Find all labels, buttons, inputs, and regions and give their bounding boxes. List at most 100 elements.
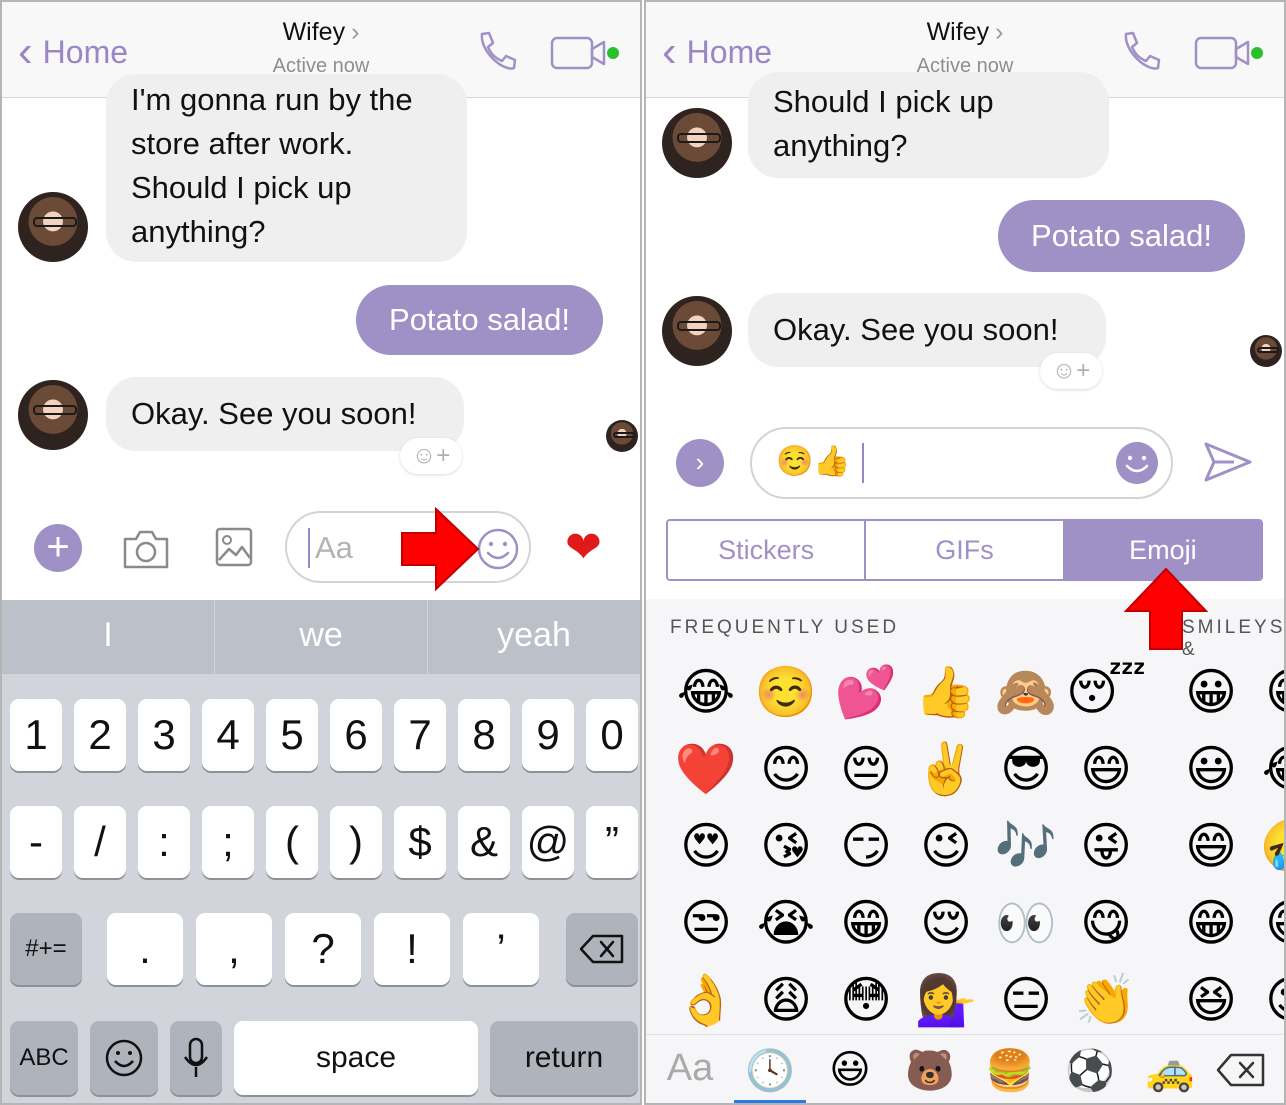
key[interactable]: $ (394, 806, 446, 878)
emoji-item[interactable]: 👌 (666, 962, 746, 1039)
key[interactable]: & (458, 806, 510, 878)
key[interactable]: ’ (463, 913, 539, 985)
key[interactable]: 2 (74, 699, 126, 771)
emoji-item[interactable]: 😂 (1251, 731, 1284, 808)
incoming-message-bubble[interactable]: Should I pick up anything? (748, 72, 1109, 178)
delete-key[interactable] (566, 913, 638, 985)
key[interactable]: 9 (522, 699, 574, 771)
emoji-item[interactable]: 😁 (826, 885, 906, 962)
space-key[interactable]: space (234, 1021, 478, 1095)
emoji-item[interactable]: 😭 (746, 885, 826, 962)
key[interactable]: @ (522, 806, 574, 878)
emoji-item[interactable]: 😑 (986, 962, 1066, 1039)
send-icon[interactable] (1204, 440, 1252, 484)
key[interactable]: . (107, 913, 183, 985)
emoji-item[interactable]: 😉 (1251, 962, 1284, 1039)
category-activity-icon[interactable]: ⚽ (1060, 1047, 1120, 1094)
emoji-button-icon[interactable] (1116, 442, 1158, 484)
prediction-item[interactable]: I (2, 600, 215, 674)
emoji-keyboard-key[interactable] (90, 1021, 158, 1095)
contact-title[interactable]: Wifey › Active now (646, 18, 1284, 78)
abc-key[interactable]: ABC (10, 1021, 78, 1095)
add-reaction-icon[interactable]: ☺+ (400, 438, 462, 474)
plus-button[interactable]: + (34, 524, 82, 572)
emoji-item[interactable]: 😂 (666, 654, 746, 731)
emoji-item[interactable]: 😋 (1066, 885, 1146, 962)
emoji-item[interactable]: 😆 (1171, 962, 1251, 1039)
emoji-item[interactable]: 🙈 (986, 654, 1066, 731)
contact-avatar[interactable] (18, 192, 88, 262)
key[interactable]: 0 (586, 699, 638, 771)
emoji-item[interactable]: 💁‍♀️ (906, 962, 986, 1039)
category-travel-icon[interactable]: 🚕 (1140, 1047, 1200, 1094)
contact-avatar[interactable] (662, 108, 732, 178)
emoji-item[interactable]: ❤️ (666, 731, 746, 808)
key[interactable]: 1 (10, 699, 62, 771)
category-abc[interactable]: Aa (660, 1047, 720, 1090)
key[interactable]: , (196, 913, 272, 985)
return-key[interactable]: return (490, 1021, 638, 1095)
key[interactable]: ? (285, 913, 361, 985)
prediction-item[interactable]: yeah (428, 600, 640, 674)
emoji-item[interactable]: ☺️ (746, 654, 826, 731)
emoji-button-icon[interactable] (476, 527, 520, 571)
key[interactable]: 8 (458, 699, 510, 771)
emoji-item[interactable]: 😒 (666, 885, 746, 962)
phone-icon[interactable] (1116, 28, 1164, 76)
emoji-item[interactable]: 😩 (746, 962, 826, 1039)
gallery-icon[interactable] (215, 527, 253, 567)
emoji-item[interactable]: 👀 (986, 885, 1066, 962)
symbols-key[interactable]: #+= (10, 913, 82, 985)
add-reaction-icon[interactable]: ☺+ (1040, 353, 1102, 389)
tab-stickers[interactable]: Stickers (668, 521, 867, 579)
phone-icon[interactable] (472, 28, 520, 76)
key[interactable]: 4 (202, 699, 254, 771)
tab-gifs[interactable]: GIFs (866, 521, 1065, 579)
outgoing-message-bubble[interactable]: Potato salad! (356, 285, 603, 355)
emoji-item[interactable]: 🎶 (986, 808, 1066, 885)
key[interactable]: 3 (138, 699, 190, 771)
heart-like-icon[interactable]: ❤ (565, 522, 602, 573)
emoji-item[interactable]: 😊 (746, 731, 826, 808)
emoji-item[interactable]: ✌️ (906, 731, 986, 808)
emoji-item[interactable]: 😌 (906, 885, 986, 962)
emoji-item[interactable]: 😍 (666, 808, 746, 885)
emoji-item[interactable]: 😄 (1171, 808, 1251, 885)
emoji-item[interactable]: 😉 (906, 808, 986, 885)
key[interactable]: / (74, 806, 126, 878)
key[interactable]: ! (374, 913, 450, 985)
emoji-item[interactable]: 😄 (1066, 731, 1146, 808)
emoji-item[interactable]: 😳 (826, 962, 906, 1039)
emoji-item[interactable]: 👏 (1066, 962, 1146, 1039)
prediction-item[interactable]: we (215, 600, 428, 674)
video-call-icon[interactable] (1194, 34, 1266, 72)
contact-avatar[interactable] (18, 380, 88, 450)
emoji-item[interactable]: 😅 (1251, 885, 1284, 962)
outgoing-message-bubble[interactable]: Potato salad! (998, 200, 1245, 272)
key[interactable]: 5 (266, 699, 318, 771)
emoji-item[interactable]: 💕 (826, 654, 906, 731)
emoji-item[interactable]: 😀 (1171, 654, 1251, 731)
video-call-icon[interactable] (550, 34, 622, 72)
key[interactable]: 6 (330, 699, 382, 771)
emoji-item[interactable]: 😴 (1066, 654, 1146, 731)
emoji-item[interactable]: 😎 (986, 731, 1066, 808)
emoji-item[interactable]: 😁 (1251, 654, 1284, 731)
backspace-icon[interactable] (1216, 1053, 1266, 1087)
emoji-item[interactable]: 😁 (1171, 885, 1251, 962)
category-recent-clock-icon[interactable]: 🕓 (740, 1047, 800, 1094)
emoji-item[interactable]: 😃 (1171, 731, 1251, 808)
incoming-message-bubble[interactable]: I'm gonna run by the store after work. S… (106, 74, 467, 262)
category-food-icon[interactable]: 🍔 (980, 1047, 1040, 1094)
expand-toolbar-button[interactable]: › (676, 439, 724, 487)
contact-title[interactable]: Wifey › Active now (2, 18, 640, 78)
key[interactable]: ; (202, 806, 254, 878)
key[interactable]: ) (330, 806, 382, 878)
key[interactable]: ” (586, 806, 638, 878)
key[interactable]: ( (266, 806, 318, 878)
emoji-item[interactable]: 😜 (1066, 808, 1146, 885)
category-smileys-icon[interactable]: 😃 (820, 1047, 880, 1093)
emoji-item[interactable]: 😘 (746, 808, 826, 885)
emoji-item[interactable]: 👍 (906, 654, 986, 731)
emoji-item[interactable]: 😔 (826, 731, 906, 808)
